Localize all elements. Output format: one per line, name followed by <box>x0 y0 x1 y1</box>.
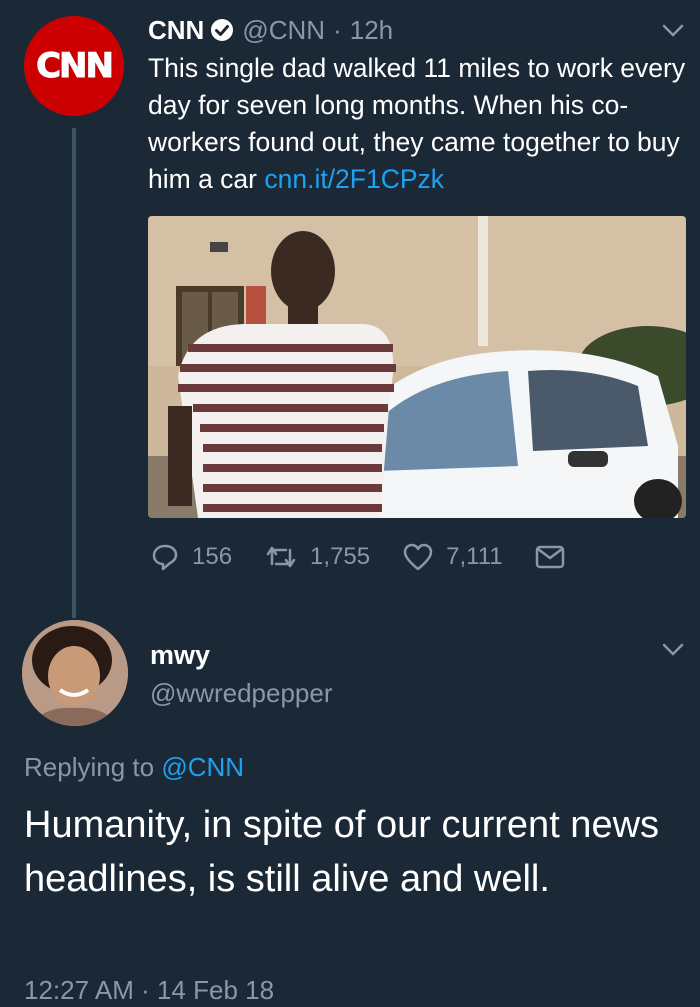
replying-prefix: Replying to <box>24 752 155 782</box>
dm-button[interactable] <box>535 544 577 570</box>
handle[interactable]: @CNN <box>242 15 325 46</box>
envelope-icon <box>535 545 564 569</box>
reply-handle[interactable]: @wwredpepper <box>150 678 332 709</box>
tweet-time[interactable]: 12h <box>350 15 393 46</box>
reply-display-name[interactable]: mwy <box>150 640 210 671</box>
separator: · <box>333 14 342 45</box>
reply-button[interactable]: 156 <box>150 542 232 572</box>
tweet-link[interactable]: cnn.it/2F1CPzk <box>264 164 444 194</box>
like-count: 7,111 <box>446 543 503 570</box>
replying-to-handle[interactable]: @CNN <box>161 752 244 782</box>
retweet-icon <box>266 546 296 568</box>
reply-text: Humanity, in spite of our current news h… <box>24 804 660 900</box>
reply-timestamp[interactable]: 12:27 AM · 14 Feb 18 <box>24 975 274 1006</box>
chevron-down-icon[interactable] <box>662 24 684 38</box>
retweet-count: 1,755 <box>310 543 371 570</box>
photo-of-man-with-white-car-icon <box>148 216 686 518</box>
cnn-avatar[interactable]: CNN <box>24 16 124 116</box>
like-button[interactable]: 7,111 <box>402 542 503 572</box>
tweet-header: CNN @CNN · 12h <box>148 12 393 48</box>
display-name[interactable]: CNN <box>148 15 204 46</box>
tweet-actions: 156 1,755 7,111 <box>150 537 577 577</box>
user-avatar-icon <box>22 620 128 726</box>
tweet-text: This single dad walked 11 miles to work … <box>148 50 693 198</box>
replying-to: Replying to @CNN <box>24 752 244 783</box>
reply-avatar[interactable] <box>22 620 128 726</box>
retweet-button[interactable]: 1,755 <box>264 542 370 572</box>
thread-line <box>72 128 76 618</box>
chevron-down-icon[interactable] <box>662 643 684 657</box>
heart-icon <box>403 543 433 571</box>
reply-count: 156 <box>192 543 233 570</box>
cnn-logo: CNN <box>36 46 115 87</box>
tweet-image[interactable] <box>148 216 686 518</box>
verified-badge-icon <box>211 19 234 41</box>
reply-icon <box>152 544 178 571</box>
